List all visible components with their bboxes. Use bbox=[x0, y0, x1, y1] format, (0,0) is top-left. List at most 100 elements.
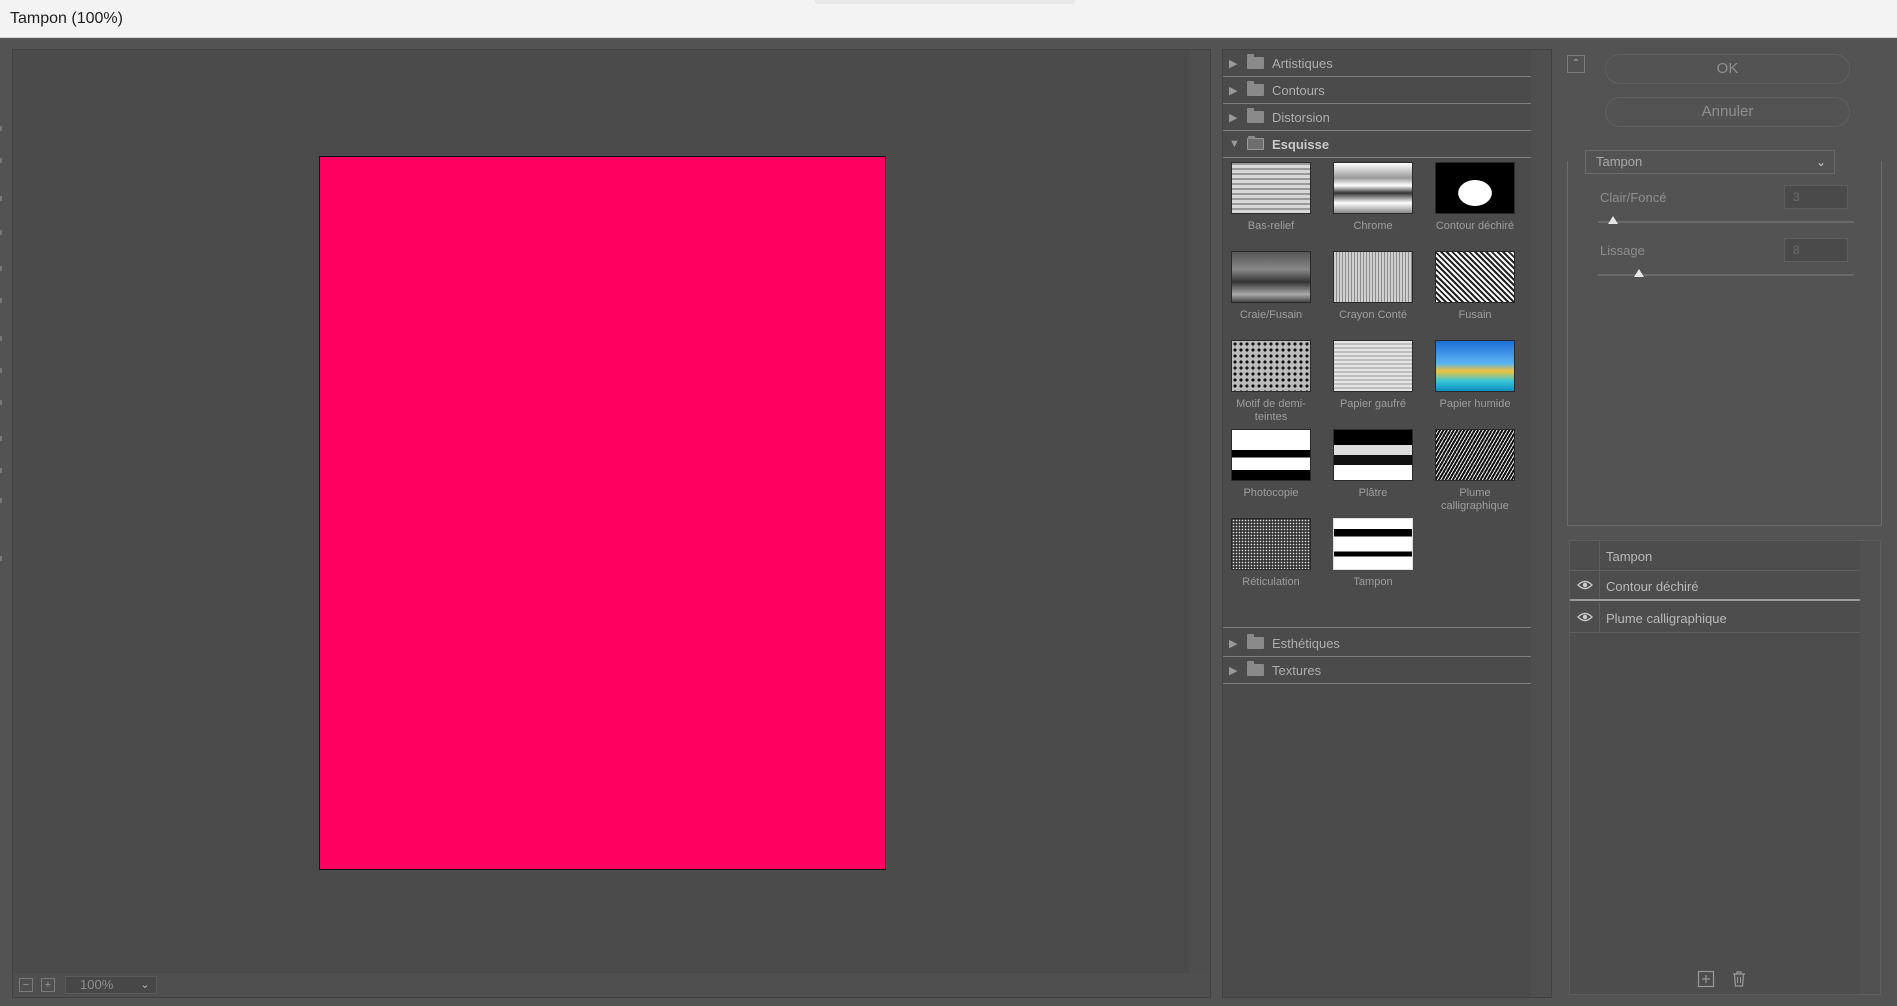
chevron-down-icon: ⌄ bbox=[1815, 155, 1826, 169]
category-distorsion[interactable]: ▶ Distorsion bbox=[1223, 104, 1531, 131]
thumbnail-image bbox=[1333, 340, 1413, 392]
category-contours[interactable]: ▶ Contours bbox=[1223, 77, 1531, 104]
filter-label: Crayon Conté bbox=[1339, 309, 1407, 321]
thumbnail-image bbox=[1231, 340, 1311, 392]
category-label: Esquisse bbox=[1272, 136, 1330, 152]
clair-fonce-slider-thumb[interactable] bbox=[1608, 216, 1619, 224]
filter-thumb-bas-relief[interactable]: Bas-relief bbox=[1223, 162, 1319, 233]
delete-effect-layer-button[interactable] bbox=[1730, 970, 1748, 988]
zoom-bar: − + 100% ⌄ bbox=[13, 973, 1210, 997]
preview-scrollbar[interactable] bbox=[1190, 50, 1210, 975]
folder-icon bbox=[1247, 634, 1264, 649]
filter-select[interactable]: Tampon ⌄ bbox=[1585, 150, 1835, 174]
filter-thumbnails: Bas-relief Chrome Contour déchiré Craie/… bbox=[1223, 158, 1531, 628]
filter-label: Papier humide bbox=[1439, 398, 1511, 410]
category-label: Contours bbox=[1272, 82, 1325, 98]
thumbnail-image bbox=[1231, 429, 1311, 481]
filter-label: Motif de demi-teintes bbox=[1236, 398, 1306, 423]
layer-eye-cell bbox=[1570, 541, 1600, 570]
expand-triangle-icon: ▶ bbox=[1229, 84, 1238, 97]
filter-thumb-photocopie[interactable]: Photocopie bbox=[1223, 429, 1319, 500]
filter-thumb-papier-gaufre[interactable]: Papier gaufré bbox=[1325, 340, 1421, 411]
thumbnail-image bbox=[1231, 251, 1311, 303]
filter-thumb-fusain[interactable]: Fusain bbox=[1427, 251, 1523, 322]
collapse-triangle-icon: ▼ bbox=[1229, 138, 1240, 150]
left-edge-marks bbox=[0, 48, 4, 988]
gallery-scrollbar[interactable] bbox=[1531, 50, 1551, 997]
category-label: Artistiques bbox=[1272, 55, 1333, 71]
filter-label: Contour déchiré bbox=[1435, 220, 1515, 232]
filter-thumb-reticulation[interactable]: Réticulation bbox=[1223, 518, 1319, 589]
open-folder-icon bbox=[1247, 136, 1264, 150]
thumbnail-image bbox=[1333, 518, 1413, 570]
filter-gallery: ▶ Artistiques ▶ Contours ▶ Distorsion ▼ … bbox=[1222, 49, 1552, 998]
clair-fonce-input[interactable]: 3 bbox=[1784, 185, 1848, 209]
filter-label: Réticulation bbox=[1242, 576, 1300, 588]
filter-thumb-tampon[interactable]: Tampon bbox=[1325, 518, 1421, 589]
layer-header[interactable]: Tampon bbox=[1570, 541, 1860, 571]
collapse-gallery-button[interactable]: ⌃ bbox=[1567, 55, 1585, 73]
category-label: Distorsion bbox=[1272, 109, 1330, 125]
thumbnail-image bbox=[1333, 251, 1413, 303]
thumbnail-image bbox=[1231, 162, 1311, 214]
filter-label: Plume calligraphique bbox=[1441, 487, 1509, 512]
new-layer-icon bbox=[1697, 970, 1715, 988]
trash-icon bbox=[1733, 971, 1745, 987]
preview-image bbox=[319, 156, 886, 870]
filter-thumb-craie-fusain[interactable]: Craie/Fusain bbox=[1223, 251, 1319, 322]
filter-label: Fusain bbox=[1458, 309, 1492, 321]
chevron-down-icon[interactable]: ⌄ bbox=[135, 976, 155, 994]
layer-row[interactable]: Contour déchiré bbox=[1570, 571, 1860, 601]
filter-thumb-contour-dechire[interactable]: Contour déchiré bbox=[1427, 162, 1523, 233]
effect-layers-panel: Tampon Contour déchiré Plume calligraphi… bbox=[1569, 540, 1881, 995]
eye-icon[interactable] bbox=[1577, 612, 1593, 622]
thumbnail-image bbox=[1435, 340, 1515, 392]
filter-thumb-chrome[interactable]: Chrome bbox=[1325, 162, 1421, 233]
zoom-in-button[interactable]: + bbox=[41, 978, 55, 992]
layer-row[interactable]: Plume calligraphique bbox=[1570, 603, 1860, 633]
window-title: Tampon (100%) bbox=[10, 10, 123, 27]
filter-label: Tampon bbox=[1353, 576, 1393, 588]
preview-area[interactable]: − + 100% ⌄ bbox=[12, 49, 1211, 998]
filter-thumb-plume-calligraphique[interactable]: Plume calligraphique bbox=[1427, 429, 1523, 513]
snap-layout-hint bbox=[815, 0, 1075, 4]
zoom-out-button[interactable]: − bbox=[19, 978, 33, 992]
lissage-slider-thumb[interactable] bbox=[1633, 269, 1644, 277]
thumbnail-image bbox=[1231, 518, 1311, 570]
expand-triangle-icon: ▶ bbox=[1229, 111, 1238, 124]
cancel-button[interactable]: Annuler bbox=[1605, 97, 1850, 127]
expand-triangle-icon: ▶ bbox=[1229, 637, 1238, 650]
folder-icon bbox=[1247, 661, 1264, 676]
ok-button[interactable]: OK bbox=[1605, 54, 1850, 84]
category-esquisse[interactable]: ▼ Esquisse bbox=[1223, 131, 1531, 158]
folder-icon bbox=[1247, 108, 1264, 123]
lissage-input[interactable]: 8 bbox=[1784, 238, 1848, 262]
thumbnail-image bbox=[1435, 251, 1515, 303]
layers-scrollbar[interactable] bbox=[1860, 541, 1880, 994]
expand-triangle-icon: ▶ bbox=[1229, 664, 1238, 677]
filter-thumb-platre[interactable]: Plâtre bbox=[1325, 429, 1421, 500]
new-effect-layer-button[interactable] bbox=[1697, 970, 1715, 988]
folder-icon bbox=[1247, 54, 1264, 69]
filter-label: Papier gaufré bbox=[1339, 398, 1407, 410]
clair-fonce-slider[interactable] bbox=[1598, 221, 1854, 223]
thumbnail-image bbox=[1333, 429, 1413, 481]
category-artistiques[interactable]: ▶ Artistiques bbox=[1223, 50, 1531, 77]
title-bar: Tampon (100%) bbox=[0, 0, 1897, 38]
layer-name: Contour déchiré bbox=[1606, 579, 1699, 594]
layer-eye-cell[interactable] bbox=[1570, 603, 1600, 632]
filter-thumb-motif-demi-teintes[interactable]: Motif de demi-teintes bbox=[1223, 340, 1319, 424]
category-textures[interactable]: ▶ Textures bbox=[1223, 657, 1531, 684]
layer-name: Tampon bbox=[1606, 549, 1653, 564]
layer-eye-cell[interactable] bbox=[1570, 571, 1600, 599]
filter-label: Photocopie bbox=[1243, 487, 1299, 499]
category-label: Esthétiques bbox=[1272, 635, 1340, 651]
eye-icon[interactable] bbox=[1577, 580, 1593, 590]
filter-thumb-papier-humide[interactable]: Papier humide bbox=[1427, 340, 1523, 411]
filter-thumb-crayon-conte[interactable]: Crayon Conté bbox=[1325, 251, 1421, 322]
category-esthetiques[interactable]: ▶ Esthétiques bbox=[1223, 630, 1531, 657]
filter-select-value: Tampon bbox=[1596, 154, 1643, 169]
category-label: Textures bbox=[1272, 662, 1322, 678]
filter-label: Craie/Fusain bbox=[1239, 309, 1303, 321]
expand-triangle-icon: ▶ bbox=[1229, 57, 1238, 70]
